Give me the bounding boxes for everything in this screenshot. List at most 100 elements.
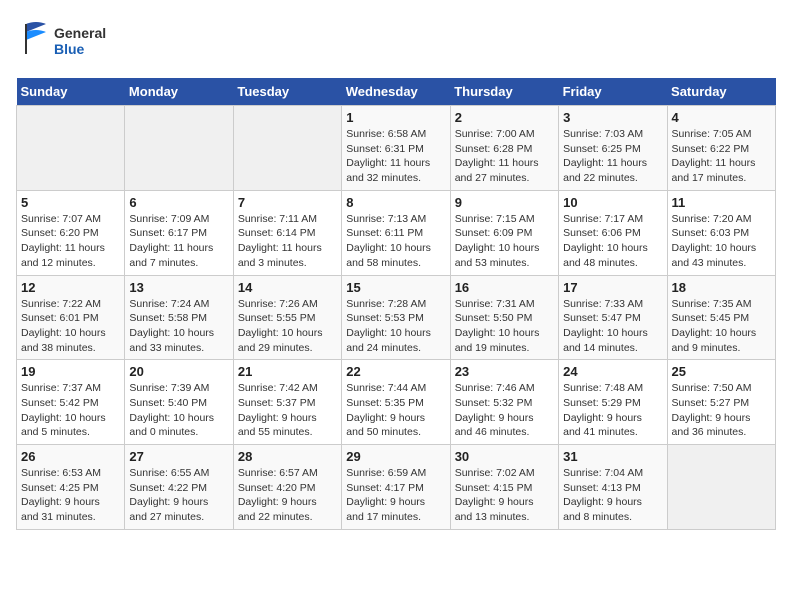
calendar-week-row: 19 Sunrise: 7:37 AM Sunset: 5:42 PM Dayli… bbox=[17, 360, 776, 445]
weekday-header-monday: Monday bbox=[125, 78, 233, 106]
day-number: 10 bbox=[563, 195, 662, 210]
day-number: 18 bbox=[672, 280, 771, 295]
page-header: General Blue bbox=[16, 16, 776, 66]
calendar-cell: 14Sunrise: 7:26 AM Sunset: 5:55 PM Dayli… bbox=[233, 275, 341, 360]
calendar-cell: 28 Sunrise: 6:57 AM Sunset: 4:20 PM Dayli… bbox=[233, 445, 341, 530]
calendar-cell bbox=[233, 106, 341, 191]
weekday-header-thursday: Thursday bbox=[450, 78, 558, 106]
calendar-week-row: 1Sunrise: 6:58 AM Sunset: 6:31 PM Daylig… bbox=[17, 106, 776, 191]
calendar-cell: 16 Sunrise: 7:31 AM Sunset: 5:50 PM Dayli… bbox=[450, 275, 558, 360]
calendar-cell: 13Sunrise: 7:24 AM Sunset: 5:58 PM Dayli… bbox=[125, 275, 233, 360]
day-info: Sunrise: 6:55 AM Sunset: 4:22 PM Dayligh… bbox=[129, 466, 228, 525]
calendar-cell: 18 Sunrise: 7:35 AM Sunset: 5:45 PM Dayli… bbox=[667, 275, 775, 360]
calendar-cell bbox=[17, 106, 125, 191]
day-number: 3 bbox=[563, 110, 662, 125]
day-number: 11 bbox=[672, 195, 771, 210]
day-info: Sunrise: 6:59 AM Sunset: 4:17 PM Dayligh… bbox=[346, 466, 445, 525]
calendar-week-row: 26 Sunrise: 6:53 AM Sunset: 4:25 PM Dayli… bbox=[17, 445, 776, 530]
day-info: Sunrise: 7:02 AM Sunset: 4:15 PM Dayligh… bbox=[455, 466, 554, 525]
day-number: 12 bbox=[21, 280, 120, 295]
calendar-cell: 27 Sunrise: 6:55 AM Sunset: 4:22 PM Dayli… bbox=[125, 445, 233, 530]
calendar-cell: 11Sunrise: 7:20 AM Sunset: 6:03 PM Dayli… bbox=[667, 190, 775, 275]
calendar-cell bbox=[125, 106, 233, 191]
calendar-cell: 30Sunrise: 7:02 AM Sunset: 4:15 PM Dayli… bbox=[450, 445, 558, 530]
calendar-cell: 5 Sunrise: 7:07 AM Sunset: 6:20 PM Daylig… bbox=[17, 190, 125, 275]
calendar-cell: 3Sunrise: 7:03 AM Sunset: 6:25 PM Daylig… bbox=[559, 106, 667, 191]
day-info: Sunrise: 7:28 AM Sunset: 5:53 PM Dayligh… bbox=[346, 297, 445, 356]
weekday-header-tuesday: Tuesday bbox=[233, 78, 341, 106]
day-number: 7 bbox=[238, 195, 337, 210]
calendar-cell: 4 Sunrise: 7:05 AM Sunset: 6:22 PM Daylig… bbox=[667, 106, 775, 191]
day-info: Sunrise: 7:17 AM Sunset: 6:06 PM Dayligh… bbox=[563, 212, 662, 271]
day-number: 31 bbox=[563, 449, 662, 464]
day-info: Sunrise: 7:05 AM Sunset: 6:22 PM Dayligh… bbox=[672, 127, 771, 186]
day-number: 17 bbox=[563, 280, 662, 295]
day-number: 8 bbox=[346, 195, 445, 210]
calendar-cell: 15 Sunrise: 7:28 AM Sunset: 5:53 PM Dayli… bbox=[342, 275, 450, 360]
calendar-cell: 12 Sunrise: 7:22 AM Sunset: 6:01 PM Dayli… bbox=[17, 275, 125, 360]
calendar-cell: 26 Sunrise: 6:53 AM Sunset: 4:25 PM Dayli… bbox=[17, 445, 125, 530]
day-info: Sunrise: 7:42 AM Sunset: 5:37 PM Dayligh… bbox=[238, 381, 337, 440]
calendar-table: SundayMondayTuesdayWednesdayThursdayFrid… bbox=[16, 78, 776, 530]
day-info: Sunrise: 7:35 AM Sunset: 5:45 PM Dayligh… bbox=[672, 297, 771, 356]
day-info: Sunrise: 7:22 AM Sunset: 6:01 PM Dayligh… bbox=[21, 297, 120, 356]
day-number: 4 bbox=[672, 110, 771, 125]
day-number: 2 bbox=[455, 110, 554, 125]
day-info: Sunrise: 7:07 AM Sunset: 6:20 PM Dayligh… bbox=[21, 212, 120, 271]
day-info: Sunrise: 7:44 AM Sunset: 5:35 PM Dayligh… bbox=[346, 381, 445, 440]
day-number: 19 bbox=[21, 364, 120, 379]
calendar-cell: 7 Sunrise: 7:11 AM Sunset: 6:14 PM Daylig… bbox=[233, 190, 341, 275]
calendar-cell: 19 Sunrise: 7:37 AM Sunset: 5:42 PM Dayli… bbox=[17, 360, 125, 445]
day-info: Sunrise: 7:11 AM Sunset: 6:14 PM Dayligh… bbox=[238, 212, 337, 271]
weekday-header-friday: Friday bbox=[559, 78, 667, 106]
day-info: Sunrise: 6:57 AM Sunset: 4:20 PM Dayligh… bbox=[238, 466, 337, 525]
day-number: 26 bbox=[21, 449, 120, 464]
calendar-cell: 20Sunrise: 7:39 AM Sunset: 5:40 PM Dayli… bbox=[125, 360, 233, 445]
day-number: 5 bbox=[21, 195, 120, 210]
calendar-cell: 6 Sunrise: 7:09 AM Sunset: 6:17 PM Daylig… bbox=[125, 190, 233, 275]
day-number: 29 bbox=[346, 449, 445, 464]
day-number: 15 bbox=[346, 280, 445, 295]
calendar-cell: 24 Sunrise: 7:48 AM Sunset: 5:29 PM Dayli… bbox=[559, 360, 667, 445]
weekday-header-row: SundayMondayTuesdayWednesdayThursdayFrid… bbox=[17, 78, 776, 106]
day-info: Sunrise: 7:46 AM Sunset: 5:32 PM Dayligh… bbox=[455, 381, 554, 440]
calendar-cell: 9Sunrise: 7:15 AM Sunset: 6:09 PM Daylig… bbox=[450, 190, 558, 275]
day-number: 23 bbox=[455, 364, 554, 379]
calendar-cell: 17 Sunrise: 7:33 AM Sunset: 5:47 PM Dayli… bbox=[559, 275, 667, 360]
day-info: Sunrise: 7:15 AM Sunset: 6:09 PM Dayligh… bbox=[455, 212, 554, 271]
calendar-cell bbox=[667, 445, 775, 530]
calendar-cell: 29 Sunrise: 6:59 AM Sunset: 4:17 PM Dayli… bbox=[342, 445, 450, 530]
day-info: Sunrise: 6:53 AM Sunset: 4:25 PM Dayligh… bbox=[21, 466, 120, 525]
day-info: Sunrise: 7:00 AM Sunset: 6:28 PM Dayligh… bbox=[455, 127, 554, 186]
calendar-cell: 8Sunrise: 7:13 AM Sunset: 6:11 PM Daylig… bbox=[342, 190, 450, 275]
calendar-cell: 21 Sunrise: 7:42 AM Sunset: 5:37 PM Dayli… bbox=[233, 360, 341, 445]
day-info: Sunrise: 7:48 AM Sunset: 5:29 PM Dayligh… bbox=[563, 381, 662, 440]
day-number: 27 bbox=[129, 449, 228, 464]
logo: General Blue bbox=[16, 16, 136, 66]
day-info: Sunrise: 7:33 AM Sunset: 5:47 PM Dayligh… bbox=[563, 297, 662, 356]
day-number: 24 bbox=[563, 364, 662, 379]
day-number: 22 bbox=[346, 364, 445, 379]
day-info: Sunrise: 7:09 AM Sunset: 6:17 PM Dayligh… bbox=[129, 212, 228, 271]
weekday-header-sunday: Sunday bbox=[17, 78, 125, 106]
day-info: Sunrise: 7:50 AM Sunset: 5:27 PM Dayligh… bbox=[672, 381, 771, 440]
day-number: 21 bbox=[238, 364, 337, 379]
svg-text:General: General bbox=[54, 25, 106, 41]
calendar-cell: 1Sunrise: 6:58 AM Sunset: 6:31 PM Daylig… bbox=[342, 106, 450, 191]
day-number: 1 bbox=[346, 110, 445, 125]
day-number: 16 bbox=[455, 280, 554, 295]
day-number: 28 bbox=[238, 449, 337, 464]
day-info: Sunrise: 7:31 AM Sunset: 5:50 PM Dayligh… bbox=[455, 297, 554, 356]
calendar-week-row: 12 Sunrise: 7:22 AM Sunset: 6:01 PM Dayli… bbox=[17, 275, 776, 360]
calendar-cell: 23 Sunrise: 7:46 AM Sunset: 5:32 PM Dayli… bbox=[450, 360, 558, 445]
day-info: Sunrise: 7:04 AM Sunset: 4:13 PM Dayligh… bbox=[563, 466, 662, 525]
calendar-week-row: 5 Sunrise: 7:07 AM Sunset: 6:20 PM Daylig… bbox=[17, 190, 776, 275]
day-number: 20 bbox=[129, 364, 228, 379]
calendar-cell: 22 Sunrise: 7:44 AM Sunset: 5:35 PM Dayli… bbox=[342, 360, 450, 445]
day-info: Sunrise: 7:24 AM Sunset: 5:58 PM Dayligh… bbox=[129, 297, 228, 356]
svg-text:Blue: Blue bbox=[54, 41, 85, 57]
calendar-cell: 31 Sunrise: 7:04 AM Sunset: 4:13 PM Dayli… bbox=[559, 445, 667, 530]
day-number: 6 bbox=[129, 195, 228, 210]
weekday-header-wednesday: Wednesday bbox=[342, 78, 450, 106]
day-info: Sunrise: 7:37 AM Sunset: 5:42 PM Dayligh… bbox=[21, 381, 120, 440]
